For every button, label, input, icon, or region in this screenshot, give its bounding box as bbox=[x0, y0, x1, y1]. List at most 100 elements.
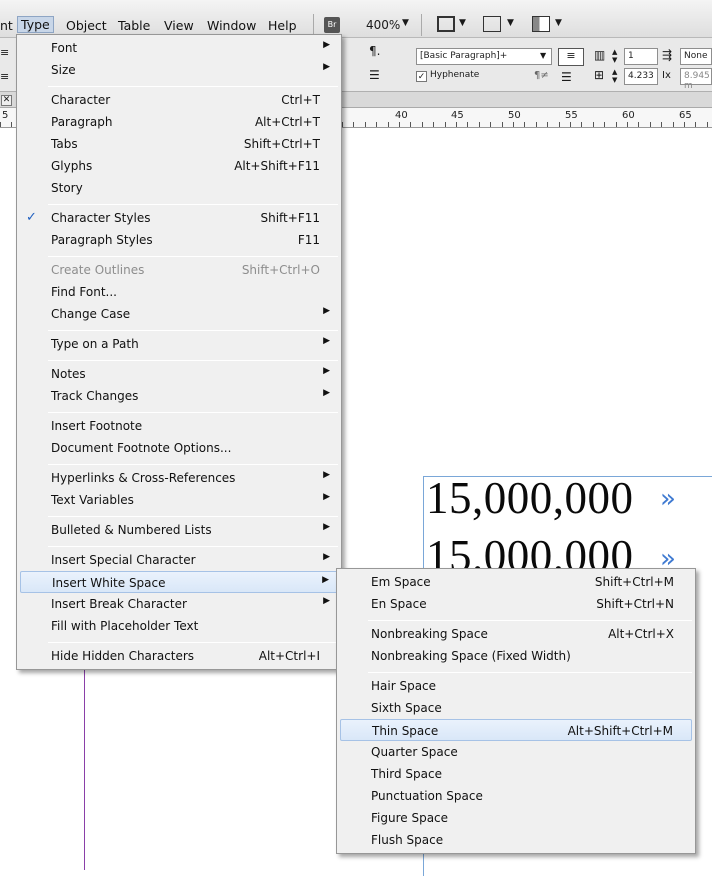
ruler-tick bbox=[365, 122, 366, 127]
menu-item-thin-space[interactable]: Thin Space Alt+Shift+Ctrl+M bbox=[340, 719, 692, 741]
type-menu: Font ▶ Size ▶ Character Ctrl+T Paragraph Alt… bbox=[16, 34, 342, 670]
ruler-tick bbox=[445, 122, 446, 127]
menu-item-hide-hidden-characters[interactable]: Hide Hidden Characters Alt+Ctrl+I bbox=[20, 645, 338, 667]
bridge-button[interactable]: Br bbox=[324, 17, 340, 33]
menu-item-en-space[interactable]: En Space Shift+Ctrl+N bbox=[340, 593, 692, 615]
columns-icon: ▥ bbox=[594, 48, 606, 62]
menu-separator bbox=[48, 360, 338, 361]
offset-field[interactable]: 8.945 m bbox=[680, 68, 712, 91]
close-icon[interactable]: ✕ bbox=[1, 95, 12, 106]
ruler-tick bbox=[11, 122, 12, 127]
menu-item-notes[interactable]: Notes ▶ bbox=[20, 363, 338, 385]
justify-icon[interactable]: ☰ bbox=[561, 70, 572, 84]
menu-window[interactable]: Window bbox=[207, 18, 256, 33]
menu-item-nonbreaking-fixed[interactable]: Nonbreaking Space (Fixed Width) bbox=[340, 645, 692, 667]
menu-item-hair-space[interactable]: Hair Space bbox=[340, 675, 692, 697]
menu-item-track-changes[interactable]: Track Changes ▶ bbox=[20, 385, 338, 407]
menu-separator bbox=[48, 516, 338, 517]
gutter-field[interactable]: 4.233 bbox=[624, 68, 658, 85]
chevron-down-icon[interactable]: ▼ bbox=[402, 18, 409, 28]
menu-item-size[interactable]: Size ▶ bbox=[20, 59, 338, 81]
ruler-tick bbox=[422, 122, 423, 127]
gutter-stepper[interactable]: ▲ ▼ bbox=[612, 68, 617, 84]
menu-item-hyperlinks[interactable]: Hyperlinks & Cross-References ▶ bbox=[20, 467, 338, 489]
ruler-tick bbox=[353, 122, 354, 127]
menu-separator bbox=[48, 412, 338, 413]
menu-item-text-variables[interactable]: Text Variables ▶ bbox=[20, 489, 338, 511]
zoom-level[interactable]: 400% bbox=[366, 18, 400, 32]
ruler-label: 45 bbox=[451, 110, 464, 121]
screen-mode-icon[interactable] bbox=[437, 16, 455, 32]
menu-table[interactable]: Table bbox=[118, 18, 150, 33]
menu-item-fill-placeholder[interactable]: Fill with Placeholder Text bbox=[20, 615, 338, 637]
menu-item-character[interactable]: Character Ctrl+T bbox=[20, 89, 338, 111]
hyphenate-checkbox[interactable]: ✓ bbox=[416, 71, 427, 82]
menu-item-bulleted-lists[interactable]: Bulleted & Numbered Lists ▶ bbox=[20, 519, 338, 541]
menu-item-insert-white-space[interactable]: Insert White Space ▶ bbox=[20, 571, 338, 593]
align-icon[interactable]: ≡ bbox=[0, 70, 9, 83]
menu-item-third-space[interactable]: Third Space bbox=[340, 763, 692, 785]
menu-item-quarter-space[interactable]: Quarter Space bbox=[340, 741, 692, 763]
menu-item-paragraph[interactable]: Paragraph Alt+Ctrl+T bbox=[20, 111, 338, 133]
menu-item-footnote-options[interactable]: Document Footnote Options... bbox=[20, 437, 338, 459]
chevron-right-icon: ▶ bbox=[322, 575, 329, 585]
menu-item-story[interactable]: Story bbox=[20, 177, 338, 199]
menu-item-em-space[interactable]: Em Space Shift+Ctrl+M bbox=[340, 571, 692, 593]
chevron-down-icon[interactable]: ▼ bbox=[507, 18, 514, 28]
menu-item-font[interactable]: Font ▶ bbox=[20, 37, 338, 59]
menu-item-flush-space[interactable]: Flush Space bbox=[340, 829, 692, 851]
menu-text[interactable]: nt bbox=[0, 18, 13, 33]
chevron-right-icon: ▶ bbox=[323, 552, 330, 562]
menu-item-tabs[interactable]: Tabs Shift+Ctrl+T bbox=[20, 133, 338, 155]
columns-stepper[interactable]: ▲ ▼ bbox=[612, 48, 617, 64]
chevron-down-icon[interactable]: ▼ bbox=[459, 18, 466, 28]
menu-item-figure-space[interactable]: Figure Space bbox=[340, 807, 692, 829]
menu-item-change-case[interactable]: Change Case ▶ bbox=[20, 303, 338, 325]
menu-item-insert-break-character[interactable]: Insert Break Character ▶ bbox=[20, 593, 338, 615]
menu-item-nonbreaking-space[interactable]: Nonbreaking Space Alt+Ctrl+X bbox=[340, 623, 692, 645]
chevron-right-icon: ▶ bbox=[323, 522, 330, 532]
ruler-label: 60 bbox=[622, 110, 635, 121]
menu-separator bbox=[48, 642, 338, 643]
menu-separator bbox=[48, 204, 338, 205]
chevron-down-icon[interactable]: ▼ bbox=[555, 18, 562, 28]
chevron-right-icon: ▶ bbox=[323, 492, 330, 502]
menu-item-character-styles[interactable]: ✓ Character Styles Shift+F11 bbox=[20, 207, 338, 229]
menu-item-insert-special-character[interactable]: Insert Special Character ▶ bbox=[20, 549, 338, 571]
columns-field[interactable]: 1 bbox=[624, 48, 658, 65]
menu-item-insert-footnote[interactable]: Insert Footnote bbox=[20, 415, 338, 437]
menu-item-punctuation-space[interactable]: Punctuation Space bbox=[340, 785, 692, 807]
paragraph-composer-icon[interactable]: ¶≠ bbox=[534, 70, 549, 81]
menu-item-type-on-path[interactable]: Type on a Path ▶ bbox=[20, 333, 338, 355]
menu-view[interactable]: View bbox=[164, 18, 194, 33]
menu-item-find-font[interactable]: Find Font... bbox=[20, 281, 338, 303]
chevron-down-icon[interactable]: ▼ bbox=[540, 51, 546, 60]
arrange-documents-icon[interactable] bbox=[532, 16, 550, 32]
align-left-button[interactable]: ≡ bbox=[558, 48, 584, 66]
menu-bar: nt Type Object Table View Window Help Br… bbox=[0, 0, 712, 38]
ruler-tick bbox=[559, 122, 560, 127]
ruler-tick bbox=[673, 122, 674, 127]
ruler-tick bbox=[433, 122, 434, 127]
chevron-right-icon: ▶ bbox=[323, 306, 330, 316]
menu-item-glyphs[interactable]: Glyphs Alt+Shift+F11 bbox=[20, 155, 338, 177]
ruler-tick bbox=[638, 122, 639, 127]
paragraph-style-select[interactable]: [Basic Paragraph]+ bbox=[416, 48, 552, 65]
ruler-tick bbox=[616, 122, 617, 127]
ruler-tick bbox=[627, 122, 628, 127]
checkmark-icon: ✓ bbox=[26, 210, 37, 225]
list-icon[interactable]: ☰ bbox=[369, 68, 380, 82]
menu-item-paragraph-styles[interactable]: Paragraph Styles F11 bbox=[20, 229, 338, 251]
align-icon[interactable]: ≡ bbox=[0, 46, 9, 59]
ruler-tick bbox=[707, 122, 708, 127]
menu-separator bbox=[368, 620, 692, 621]
span-select[interactable]: None bbox=[680, 48, 712, 65]
menu-object[interactable]: Object bbox=[66, 18, 107, 33]
chevron-right-icon: ▶ bbox=[323, 366, 330, 376]
view-options-icon[interactable] bbox=[483, 16, 501, 32]
menu-item-sixth-space[interactable]: Sixth Space bbox=[340, 697, 692, 719]
ruler-tick bbox=[547, 122, 548, 127]
menu-type[interactable]: Type bbox=[17, 16, 54, 33]
menu-help[interactable]: Help bbox=[268, 18, 297, 33]
ruler-tick bbox=[410, 122, 411, 127]
